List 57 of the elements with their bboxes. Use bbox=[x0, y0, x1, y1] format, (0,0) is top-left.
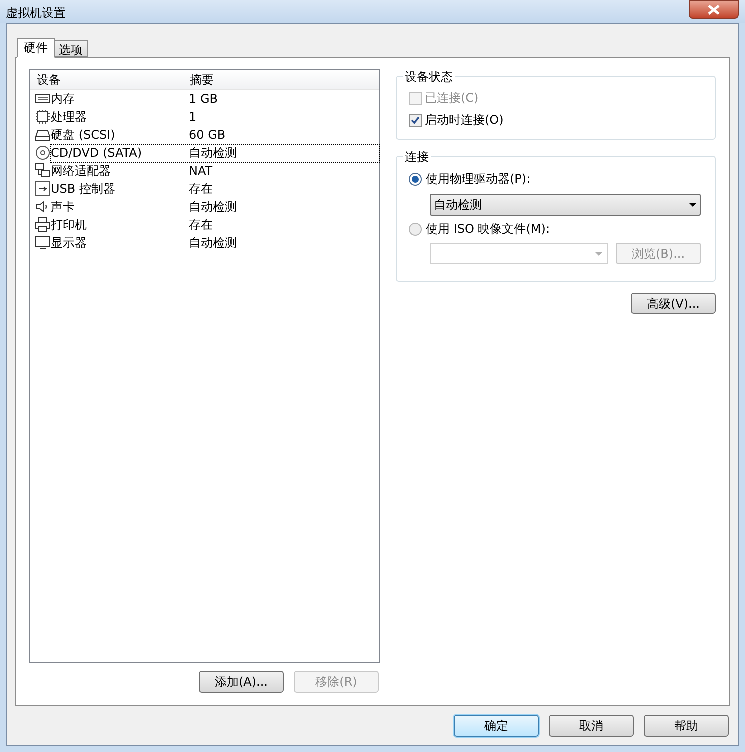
device-name: 打印机 bbox=[51, 217, 88, 234]
device-row[interactable]: CD/DVD (SATA) 自动检测 bbox=[51, 144, 379, 162]
device-summary: 自动检测 bbox=[189, 235, 237, 252]
radio-button[interactable] bbox=[409, 172, 422, 186]
radio-button[interactable] bbox=[409, 222, 422, 236]
column-header[interactable]: 设备 bbox=[30, 70, 184, 88]
device-row[interactable]: 显示器 自动检测 bbox=[51, 234, 379, 252]
column-header[interactable]: 摘要 bbox=[184, 70, 214, 88]
close-button[interactable] bbox=[689, 0, 739, 19]
group-title: 设备状态 bbox=[403, 68, 455, 86]
device-summary: 存在 bbox=[189, 217, 213, 234]
device-summary: 1 GB bbox=[189, 91, 218, 108]
ok-button[interactable]: 确定 bbox=[454, 715, 539, 737]
drive-dropdown[interactable]: 自动检测 bbox=[430, 194, 701, 216]
device-name: 声卡 bbox=[51, 199, 76, 216]
device-row[interactable]: USB 控制器 存在 bbox=[51, 180, 379, 198]
checkbox-label: 启动时连接(O) bbox=[425, 112, 504, 129]
usb-icon bbox=[35, 181, 51, 197]
device-row[interactable]: 声卡 自动检测 bbox=[51, 198, 379, 216]
network-icon bbox=[35, 163, 51, 179]
tab[interactable]: 选项 bbox=[55, 40, 88, 57]
help-button[interactable]: 帮助 bbox=[644, 715, 729, 737]
device-row[interactable]: 内存 1 GB bbox=[51, 90, 379, 108]
advanced-button[interactable]: 高级(V)... bbox=[631, 293, 716, 314]
device-name: 处理器 bbox=[51, 109, 88, 126]
add-button[interactable]: 添加(A)... bbox=[199, 671, 284, 693]
monitor-icon bbox=[35, 235, 51, 251]
dropdown-arrow-icon bbox=[689, 203, 697, 207]
device-summary: NAT bbox=[189, 163, 213, 180]
chip-icon bbox=[35, 109, 51, 125]
radio-label: 使用 ISO 映像文件(M): bbox=[426, 221, 550, 238]
tab[interactable]: 硬件 bbox=[17, 38, 55, 58]
device-name: 硬盘 (SCSI) bbox=[51, 127, 116, 144]
disc-icon bbox=[35, 145, 51, 161]
window-title: 虚拟机设置 bbox=[6, 5, 66, 22]
device-summary: 自动检测 bbox=[189, 199, 237, 216]
cancel-button[interactable]: 取消 bbox=[549, 715, 634, 737]
dropdown-arrow-icon bbox=[595, 252, 603, 256]
checkbox[interactable] bbox=[409, 114, 422, 126]
device-row[interactable]: 网络适配器 NAT bbox=[51, 162, 379, 180]
device-summary: 自动检测 bbox=[189, 145, 237, 162]
checkbox-label: 已连接(C) bbox=[425, 90, 479, 107]
device-row[interactable]: 打印机 存在 bbox=[51, 216, 379, 234]
device-name: 内存 bbox=[51, 91, 76, 108]
device-summary: 1 bbox=[189, 109, 197, 126]
device-name: CD/DVD (SATA) bbox=[51, 145, 144, 162]
printer-icon bbox=[35, 217, 51, 233]
device-row[interactable]: 硬盘 (SCSI) 60 GB bbox=[51, 126, 379, 144]
device-name: 网络适配器 bbox=[51, 163, 112, 180]
group-title: 连接 bbox=[403, 148, 431, 166]
device-name: USB 控制器 bbox=[51, 181, 116, 198]
close-icon bbox=[708, 4, 720, 14]
radio-label: 使用物理驱动器(P): bbox=[426, 171, 531, 188]
device-summary: 60 GB bbox=[189, 127, 226, 144]
device-name: 显示器 bbox=[51, 235, 88, 252]
device-summary: 存在 bbox=[189, 181, 213, 198]
device-row[interactable]: 处理器 1 bbox=[51, 108, 379, 126]
